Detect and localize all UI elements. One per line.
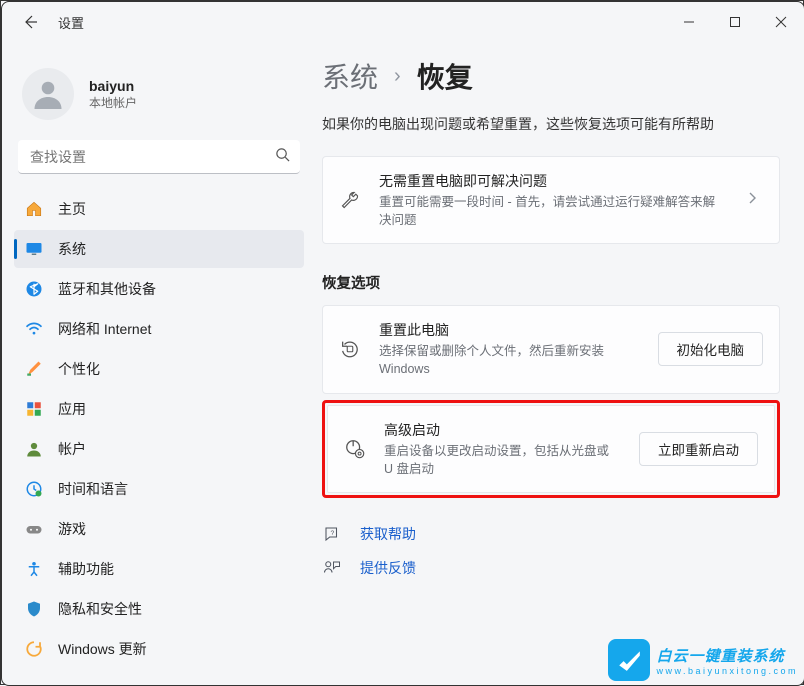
reset-pc-card: 重置此电脑 选择保留或删除个人文件，然后重新安装 Windows 初始化电脑: [322, 305, 780, 393]
close-button[interactable]: [758, 2, 804, 42]
nav-label: Windows 更新: [58, 639, 147, 659]
maximize-button[interactable]: [712, 2, 758, 42]
link-text: 获取帮助: [360, 524, 416, 544]
avatar: [22, 68, 74, 120]
nav-update[interactable]: Windows 更新: [14, 630, 304, 668]
user-icon: [24, 439, 44, 459]
profile-name: baiyun: [89, 78, 137, 94]
give-feedback-link[interactable]: 提供反馈: [322, 558, 780, 578]
watermark: 白云一键重装系统 www.baiyunxitong.com: [608, 639, 798, 681]
back-button[interactable]: [20, 12, 40, 32]
nav-accounts[interactable]: 帐户: [14, 430, 304, 468]
nav-label: 帐户: [58, 439, 86, 459]
card-sub: 重置可能需要一段时间 - 首先，请尝试通过运行疑难解答来解决问题: [379, 193, 725, 229]
watermark-title: 白云一键重装系统: [656, 645, 798, 666]
nav-label: 游戏: [58, 519, 86, 539]
breadcrumb: 系统 › 恢复: [322, 56, 780, 96]
search-input[interactable]: [18, 140, 300, 174]
svg-text:?: ?: [331, 530, 335, 537]
card-sub: 重启设备以更改启动设置，包括从光盘或 U 盘启动: [384, 442, 621, 478]
help-icon: ?: [322, 525, 342, 543]
chevron-right-icon: [743, 191, 763, 209]
clock-icon: [24, 479, 44, 499]
advanced-startup-card: 高级启动 重启设备以更改启动设置，包括从光盘或 U 盘启动 立即重新启动: [327, 405, 775, 493]
nav-time[interactable]: 时间和语言: [14, 470, 304, 508]
nav-label: 系统: [58, 239, 86, 259]
page-description: 如果你的电脑出现问题或希望重置，这些恢复选项可能有所帮助: [322, 114, 780, 134]
bluetooth-icon: [24, 279, 44, 299]
get-help-link[interactable]: ? 获取帮助: [322, 524, 780, 544]
nav-bluetooth[interactable]: 蓝牙和其他设备: [14, 270, 304, 308]
reset-pc-button[interactable]: 初始化电脑: [658, 332, 764, 366]
apps-icon: [24, 399, 44, 419]
card-title: 重置此电脑: [379, 320, 640, 340]
window-title: 设置: [58, 13, 84, 32]
nav-apps[interactable]: 应用: [14, 390, 304, 428]
system-icon: [24, 239, 44, 259]
chevron-right-icon: ›: [394, 65, 401, 88]
nav-label: 应用: [58, 399, 86, 419]
card-sub: 选择保留或删除个人文件，然后重新安装 Windows: [379, 342, 640, 378]
nav-label: 蓝牙和其他设备: [58, 279, 156, 299]
section-recovery-title: 恢复选项: [322, 272, 780, 293]
feedback-icon: [322, 559, 342, 577]
nav-privacy[interactable]: 隐私和安全性: [14, 590, 304, 628]
gamepad-icon: [24, 519, 44, 539]
nav-gaming[interactable]: 游戏: [14, 510, 304, 548]
troubleshoot-card[interactable]: 无需重置电脑即可解决问题 重置可能需要一段时间 - 首先，请尝试通过运行疑难解答…: [322, 156, 780, 244]
nav-label: 时间和语言: [58, 479, 128, 499]
brush-icon: [24, 359, 44, 379]
wrench-icon: [339, 190, 361, 210]
card-title: 高级启动: [384, 420, 621, 440]
breadcrumb-parent[interactable]: 系统: [322, 56, 378, 96]
restart-now-button[interactable]: 立即重新启动: [639, 432, 758, 466]
nav-home[interactable]: 主页: [14, 190, 304, 228]
search-box[interactable]: [18, 140, 300, 174]
link-text: 提供反馈: [360, 558, 416, 578]
wifi-icon: [24, 319, 44, 339]
power-gear-icon: [344, 438, 366, 460]
nav-label: 个性化: [58, 359, 100, 379]
nav-label: 网络和 Internet: [58, 319, 151, 339]
highlight-box: 高级启动 重启设备以更改启动设置，包括从光盘或 U 盘启动 立即重新启动: [322, 400, 780, 498]
breadcrumb-current: 恢复: [417, 56, 473, 96]
card-title: 无需重置电脑即可解决问题: [379, 171, 725, 191]
watermark-url: www.baiyunxitong.com: [656, 666, 798, 676]
minimize-button[interactable]: [666, 2, 712, 42]
nav-network[interactable]: 网络和 Internet: [14, 310, 304, 348]
nav-label: 隐私和安全性: [58, 599, 142, 619]
search-icon: [275, 147, 290, 167]
nav-accessibility[interactable]: 辅助功能: [14, 550, 304, 588]
reset-icon: [339, 338, 361, 360]
nav-label: 主页: [58, 199, 86, 219]
shield-icon: [24, 599, 44, 619]
update-icon: [24, 639, 44, 659]
nav-system[interactable]: 系统: [14, 230, 304, 268]
profile-block[interactable]: baiyun 本地帐户: [14, 62, 304, 134]
profile-sub: 本地帐户: [89, 94, 137, 111]
watermark-logo: [608, 639, 650, 681]
nav-label: 辅助功能: [58, 559, 114, 579]
accessibility-icon: [24, 559, 44, 579]
home-icon: [24, 199, 44, 219]
nav-personalization[interactable]: 个性化: [14, 350, 304, 388]
